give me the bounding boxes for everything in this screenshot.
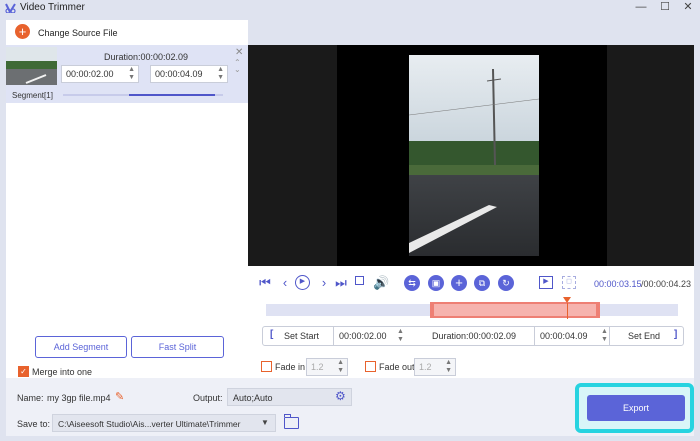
name-value[interactable]: my 3gp file.mp4	[47, 393, 111, 403]
window-title: Video Trimmer	[20, 2, 85, 13]
fade-out-checkbox[interactable]	[365, 361, 376, 372]
playhead-line	[567, 303, 568, 319]
fade-in-value: 1.2	[311, 362, 324, 372]
add-segment-button[interactable]: Add Segment	[35, 336, 127, 358]
export-button[interactable]: Export	[587, 395, 685, 421]
chevron-down-icon[interactable]: ▼	[261, 418, 269, 427]
save-to-label: Save to:	[17, 419, 51, 429]
settings-gear-icon[interactable]: ⚙	[335, 389, 346, 403]
stepper-arrows-icon[interactable]: ▲ ▼	[128, 66, 135, 82]
change-source-bar[interactable]: + Change Source File	[6, 20, 248, 45]
stepper-arrows-icon[interactable]: ▲ ▼	[337, 359, 344, 375]
stepper-arrows-icon[interactable]: ▲ ▼	[601, 328, 608, 344]
segment-start-value: 00:00:02.00	[66, 69, 114, 79]
merge-checkbox[interactable]: ✓	[18, 366, 29, 377]
segment-end-stepper[interactable]: 00:00:04.09 ▲ ▼	[150, 65, 228, 83]
timeline-selection[interactable]	[430, 302, 600, 318]
segment-down-icon[interactable]: ⌄	[234, 65, 241, 74]
save-path-value: C:\Aiseesoft Studio\Ais...verter Ultimat…	[58, 419, 241, 429]
output-value: Auto;Auto	[233, 393, 273, 403]
trim-start-value: 00:00:02.00	[339, 331, 387, 341]
trim-end-value: 00:00:04.09	[540, 331, 588, 341]
segment-selection	[129, 94, 215, 96]
fade-out-value: 1.2	[419, 362, 432, 372]
output-label: Output:	[193, 393, 223, 403]
set-start-button[interactable]: Set Start	[284, 331, 319, 341]
segment-duration: Duration:00:00:02.09	[104, 52, 189, 62]
fit-segment-icon[interactable]: ◻	[562, 276, 576, 289]
fade-in-checkbox[interactable]	[261, 361, 272, 372]
snapshot-icon[interactable]: ▣	[428, 275, 444, 291]
stepper-arrows-icon[interactable]: ▲ ▼	[445, 359, 452, 375]
segment-close-icon[interactable]: ✕	[235, 47, 243, 58]
total-time: /00:00:04.23	[641, 279, 692, 289]
video-frame	[409, 55, 539, 256]
stepper-arrows-icon[interactable]: ▲ ▼	[217, 66, 224, 82]
play-button[interactable]: ▶	[295, 275, 310, 290]
playhead-icon[interactable]	[563, 297, 571, 303]
app-logo-icon	[5, 3, 16, 13]
set-end-button[interactable]: Set End	[628, 331, 660, 341]
stepper-arrows-icon[interactable]: ▲ ▼	[397, 328, 404, 344]
add-marker-icon[interactable]: +	[451, 275, 467, 291]
save-path-dropdown[interactable]: C:\Aiseesoft Studio\Ais...verter Ultimat…	[52, 414, 276, 432]
skip-start-icon[interactable]: ⏮	[258, 276, 272, 290]
next-frame-icon[interactable]: ›	[317, 276, 331, 290]
title-bar: Video Trimmer — ☐ ✕	[0, 0, 700, 16]
output-field[interactable]: Auto;Auto ⚙	[227, 388, 352, 406]
segment-row[interactable]: Duration:00:00:02.09 ✕ ⌃ ⌄ 00:00:02.00 ▲…	[6, 45, 248, 103]
add-icon: +	[15, 24, 30, 39]
fade-in-stepper[interactable]: 1.2 ▲ ▼	[306, 358, 348, 376]
fade-in-label: Fade in	[275, 362, 306, 372]
minimize-button[interactable]: —	[630, 0, 652, 16]
merge-label: Merge into one	[32, 367, 93, 377]
segment-start-stepper[interactable]: 00:00:02.00 ▲ ▼	[61, 65, 139, 83]
fast-split-button[interactable]: Fast Split	[131, 336, 224, 358]
segment-label: Segment[1]	[12, 91, 53, 100]
trim-start-stepper[interactable]: 00:00:02.00 ▲ ▼	[333, 327, 405, 345]
preview-segment-icon[interactable]: ▶	[539, 276, 553, 289]
maximize-button[interactable]: ☐	[654, 0, 676, 16]
name-label: Name:	[17, 393, 44, 403]
segment-track[interactable]	[63, 94, 223, 96]
trim-end-stepper[interactable]: 00:00:04.09 ▲ ▼	[534, 327, 610, 345]
change-source-label: Change Source File	[38, 28, 118, 38]
current-time: 00:00:03.15	[594, 279, 642, 289]
volume-icon[interactable]: 🔊	[373, 276, 389, 290]
segment-thumbnail	[6, 47, 57, 85]
reset-icon[interactable]: ↻	[498, 275, 514, 291]
rotate-icon[interactable]: ⇆	[404, 275, 420, 291]
copy-icon[interactable]: ⧉	[474, 275, 490, 291]
previous-frame-icon[interactable]: ‹	[278, 276, 292, 290]
fade-out-label: Fade out	[379, 362, 415, 372]
skip-end-icon[interactable]: ⏭	[334, 276, 348, 290]
stop-icon[interactable]	[355, 276, 364, 285]
segment-end-value: 00:00:04.09	[155, 69, 203, 79]
fade-out-stepper[interactable]: 1.2 ▲ ▼	[414, 358, 456, 376]
close-button[interactable]: ✕	[677, 0, 699, 16]
folder-icon[interactable]	[284, 414, 299, 429]
trim-duration: Duration:00:00:02.09	[432, 331, 517, 341]
edit-icon[interactable]: ✎	[115, 390, 124, 403]
set-end-icon[interactable]: ]	[674, 329, 677, 340]
set-start-icon[interactable]: [	[270, 329, 273, 340]
